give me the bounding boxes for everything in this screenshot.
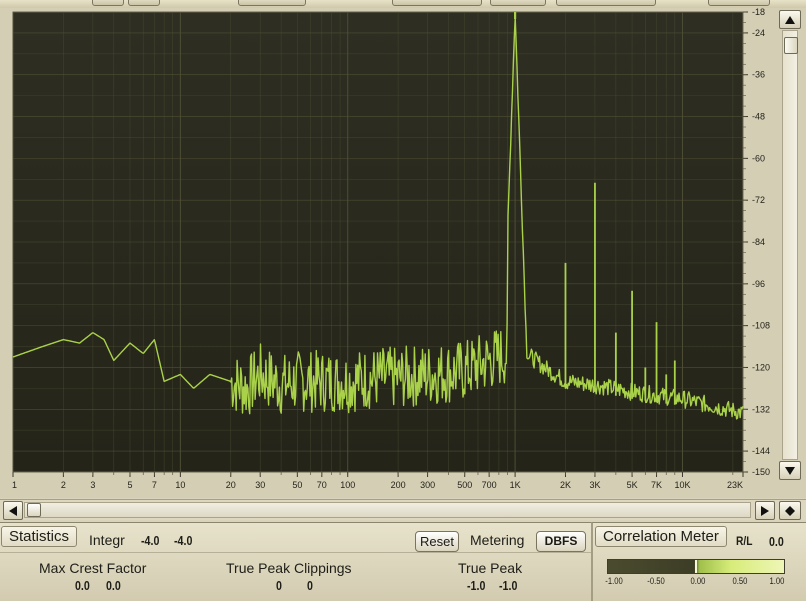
scroll-left-button[interactable] [3, 501, 23, 520]
metering-label: Metering [470, 532, 525, 548]
x-tick-label: 50 [292, 480, 302, 490]
arrow-left-icon [9, 505, 17, 516]
vertical-scroll-track[interactable] [782, 30, 798, 460]
x-tick-label: 700 [482, 480, 497, 490]
arrow-up-icon [785, 15, 795, 24]
toolbar-button[interactable] [238, 0, 306, 6]
x-tick-label: 1K [510, 480, 521, 490]
x-tick-label: 300 [420, 480, 435, 490]
correlation-bar [607, 559, 785, 574]
y-tick-label: -144 [752, 446, 770, 456]
x-tick-label: 2K [560, 480, 571, 490]
diamond-icon [785, 505, 795, 516]
x-tick-label: 20 [226, 480, 236, 490]
y-tick-label: -132 [752, 404, 770, 414]
arrow-down-icon [785, 466, 795, 475]
zoom-reset-button[interactable] [779, 501, 801, 520]
x-axis-labels: 1 2 3 5 7 10 20 30 50 70 100 200 300 500 700 1K 2K 3K 5K 7K… [12, 472, 744, 490]
correlation-tick-label: -1.00 [605, 576, 623, 586]
horizontal-scroll-track[interactable] [24, 502, 751, 518]
tp-clippings-left-value: 0 [276, 578, 282, 593]
x-tick-label: 5 [127, 480, 132, 490]
max-crest-right-value: 0.0 [106, 578, 121, 593]
statistics-panel: Statistics Integr -4.0 -4.0 Reset Meteri… [0, 522, 591, 601]
scroll-down-button[interactable] [779, 461, 801, 480]
x-tick-label: 7 [152, 480, 157, 490]
y-tick-label: -24 [752, 28, 765, 38]
x-tick-label: 1 [12, 480, 17, 490]
x-tick-label: 3K [589, 480, 600, 490]
spectrum-analyzer[interactable]: 1 2 3 5 7 10 20 30 50 70 100 200 300 500 700 1K 2K 3K 5K 7K… [0, 8, 778, 498]
vertical-scroll-thumb[interactable] [784, 37, 798, 54]
x-tick-label: 23K [727, 480, 743, 490]
x-tick-label: 100 [340, 480, 355, 490]
correlation-needle [695, 560, 697, 573]
correlation-scale: -1.00 -0.50 0.00 0.50 1.00 [605, 576, 785, 590]
correlation-tick-label: -0.50 [647, 576, 665, 586]
toolbar-button[interactable] [556, 0, 656, 6]
tp-clippings-right-value: 0 [307, 578, 313, 593]
metering-select[interactable]: DBFS [536, 531, 586, 552]
y-tick-label: -36 [752, 70, 765, 80]
spectrum-panel: 1 2 3 5 7 10 20 30 50 70 100 200 300 500 700 1K 2K 3K 5K 7K… [0, 8, 806, 498]
rl-value: 0.0 [769, 534, 784, 549]
divider [0, 552, 591, 553]
y-axis-labels: -18 -24 -36 -48 -60 -72 -84 -96 -108 -120 -132 -144… [743, 8, 770, 477]
y-tick-label: -18 [752, 8, 765, 17]
vertical-scrollbar[interactable] [778, 10, 802, 480]
x-tick-label: 70 [317, 480, 327, 490]
toolbar-button[interactable] [490, 0, 546, 6]
max-crest-left-value: 0.0 [75, 578, 90, 593]
y-tick-label: -96 [752, 279, 765, 289]
toolbar-button[interactable] [708, 0, 770, 6]
x-tick-label: 3 [90, 480, 95, 490]
correlation-meter-panel: Correlation Meter R/L 0.0 -1.00 -0.50 0.… [591, 522, 806, 601]
scroll-up-button[interactable] [779, 10, 801, 29]
max-crest-factor-label: Max Crest Factor [39, 560, 147, 576]
reset-button[interactable]: Reset [415, 531, 459, 552]
y-tick-label: -48 [752, 112, 765, 122]
y-tick-label: -120 [752, 362, 770, 372]
correlation-tick-label: 0.00 [690, 576, 706, 586]
integrated-label: Integr [89, 532, 125, 548]
horizontal-scroll-thumb[interactable] [27, 503, 41, 517]
x-tick-label: 30 [255, 480, 265, 490]
x-tick-label: 7K [651, 480, 662, 490]
y-tick-label: -84 [752, 237, 765, 247]
integrated-left-value: -4.0 [141, 533, 160, 548]
toolbar-button[interactable] [128, 0, 160, 6]
toolbar-button[interactable] [392, 0, 482, 6]
x-tick-label: 2 [61, 480, 66, 490]
statistics-tab[interactable]: Statistics [1, 526, 78, 547]
correlation-tick-label: 0.50 [732, 576, 748, 586]
rl-label: R/L [736, 534, 753, 548]
x-tick-label: 5K [627, 480, 638, 490]
correlation-meter-tab[interactable]: Correlation Meter [595, 526, 727, 547]
x-tick-label: 10 [175, 480, 185, 490]
x-tick-label: 200 [391, 480, 406, 490]
integrated-right-value: -4.0 [174, 533, 193, 548]
y-tick-label: -72 [752, 195, 765, 205]
scroll-right-button[interactable] [755, 501, 775, 520]
toolbar-button[interactable] [92, 0, 124, 6]
true-peak-right-value: -1.0 [499, 578, 518, 593]
true-peak-left-value: -1.0 [467, 578, 486, 593]
arrow-right-icon [761, 505, 769, 516]
correlation-tick-label: 1.00 [769, 576, 785, 586]
x-tick-label: 500 [457, 480, 472, 490]
horizontal-scrollbar[interactable] [0, 499, 806, 520]
y-tick-label: -108 [752, 321, 770, 331]
x-tick-label: 10K [674, 480, 690, 490]
y-tick-label: -60 [752, 153, 765, 163]
true-peak-clippings-label: True Peak Clippings [226, 560, 352, 576]
true-peak-label: True Peak [458, 560, 523, 576]
y-tick-label: -150 [752, 467, 770, 477]
